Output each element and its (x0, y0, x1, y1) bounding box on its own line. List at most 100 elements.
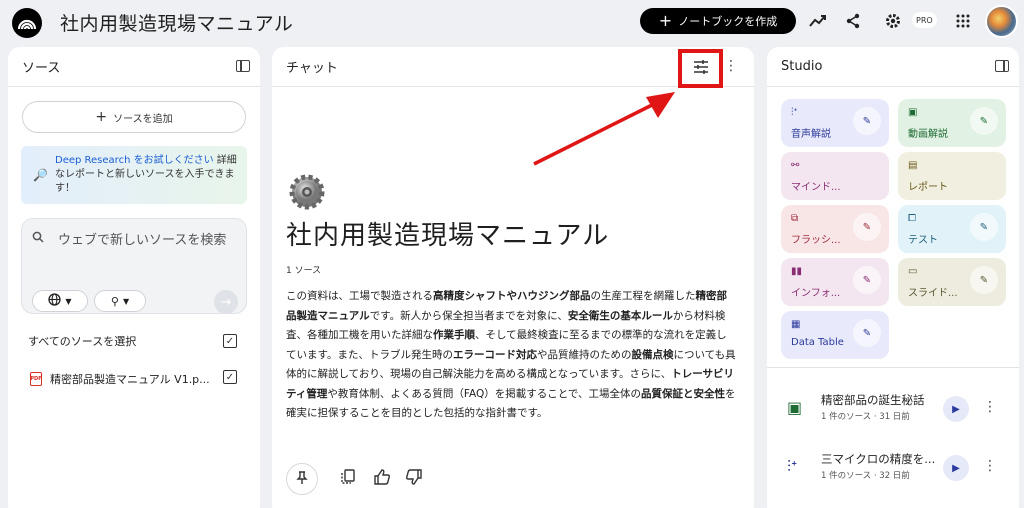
source-count: 1 ソース (286, 266, 322, 276)
studio-header: Studio (767, 47, 1019, 87)
avatar[interactable] (985, 5, 1018, 38)
mind-map-icon: ⚯ (791, 160, 800, 171)
source-item-checkbox[interactable]: ✓ (223, 370, 237, 384)
report-tile[interactable]: ▤ レポート (898, 152, 1006, 200)
edit-pencil-icon[interactable]: ✎ (970, 266, 998, 294)
divider (767, 367, 1019, 368)
copy-icon (341, 469, 355, 489)
source-item[interactable]: PDF 精密部品製造マニュアル V1.p... (30, 371, 210, 387)
select-all-sources-label: すべてのソースを選択 (28, 335, 137, 348)
thumbs-up-button[interactable] (366, 463, 398, 495)
pro-badge: PRO (912, 12, 937, 28)
deep-research-link-suffix[interactable]: をお試しください (134, 155, 214, 166)
report-icon: ▤ (908, 160, 918, 171)
tile-label: レポート (908, 182, 948, 193)
edit-pencil-icon[interactable]: ✎ (970, 213, 998, 241)
edit-pencil-icon[interactable]: ✎ (853, 319, 881, 347)
summary-text: この資料は、工場で製造される (286, 290, 433, 302)
more-options-icon[interactable]: ⋮ (724, 59, 738, 73)
add-source-button[interactable]: + ソースを追加 (22, 101, 246, 133)
copy-button[interactable] (332, 463, 364, 495)
deep-research-banner[interactable]: 🔎 Deep Research をお試しください 詳細なレポートと新しいソースを… (21, 146, 247, 204)
notebook-emoji-gear-icon (286, 171, 328, 213)
summary-bold-text: エラーコード対応 (452, 348, 537, 361)
studio-note-item[interactable]: ▣ 精密部品の誕生秘話 1 件のソース · 31 日前 ▶ ⋮ (783, 390, 1003, 430)
studio-note-item[interactable]: ⫶ᐩ 三マイクロの精度を... 1 件のソース · 32 日前 ▶ ⋮ (783, 449, 1003, 489)
create-notebook-label: ノートブックを作成 (678, 15, 778, 28)
pin-button[interactable] (286, 463, 318, 495)
more-options-icon[interactable]: ⋮ (983, 459, 997, 473)
web-source-dropdown[interactable]: ▼ (32, 290, 88, 312)
thumbs-down-button[interactable] (398, 463, 430, 495)
pin-icon (296, 470, 308, 489)
tile-label: マインド... (791, 182, 841, 193)
add-source-label: ソースを追加 (113, 113, 173, 125)
summary-bold-text: 高精度シャフトやハウジング部品 (433, 290, 591, 302)
chevron-down-icon: ▼ (122, 296, 130, 306)
globe-icon (48, 293, 62, 309)
search-icon (32, 231, 44, 246)
studio-panel: Studio ⫶ᐩ 音声解説 ✎ ▣ 動画解説 ✎ ⚯ マインド... ▤ レポ… (767, 47, 1019, 508)
tune-icon (693, 59, 709, 78)
deep-research-link[interactable]: Deep Research (55, 155, 130, 166)
flashcards-tile[interactable]: ⧉ フラッシ... ✎ (781, 205, 889, 253)
settings-gear-icon[interactable] (883, 11, 903, 31)
chat-title-label: チャット (286, 61, 338, 76)
edit-pencil-icon[interactable]: ✎ (853, 266, 881, 294)
notebook-title[interactable]: 社内用製造現場マニュアル (60, 9, 293, 36)
share-icon[interactable] (843, 11, 863, 31)
edit-pencil-icon[interactable]: ✎ (853, 213, 881, 241)
arrow-right-icon: → (220, 294, 232, 310)
note-title: 三マイクロの精度を... (821, 452, 936, 466)
slides-tile[interactable]: ▭ スライド... ✎ (898, 258, 1006, 306)
collapse-panel-icon[interactable] (236, 60, 250, 72)
annotation-arrow (533, 92, 675, 166)
thumbs-down-icon (406, 469, 422, 489)
note-meta: 1 件のソース · 31 日前 (821, 412, 910, 422)
quiz-tile[interactable]: ⧠ テスト ✎ (898, 205, 1006, 253)
play-button[interactable]: ▶ (943, 396, 969, 422)
research-mode-dropdown[interactable]: ⚲ ▼ (94, 290, 146, 312)
edit-pencil-icon[interactable]: ✎ (853, 107, 881, 135)
sources-title: ソース (22, 61, 61, 76)
summary-bold-text: 品質保証と安全性 (640, 387, 725, 400)
collapse-panel-icon[interactable] (995, 60, 1009, 72)
mind-map-tile[interactable]: ⚯ マインド... (781, 152, 889, 200)
note-meta: 1 件のソース · 32 日前 (821, 471, 910, 481)
summary-bold-text: 設備点検 (631, 348, 674, 361)
studio-title: Studio (781, 59, 823, 74)
notebook-summary: この資料は、工場で製造される高精度シャフトやハウジング部品の生産工程を網羅した精… (286, 287, 736, 424)
infographic-tile[interactable]: ▮▮ インフォ... ✎ (781, 258, 889, 306)
submit-search-button[interactable]: → (214, 290, 238, 314)
analytics-icon[interactable] (808, 11, 828, 31)
plus-icon: + (658, 11, 673, 30)
play-button[interactable]: ▶ (943, 455, 969, 481)
summary-bold-text: 安全衛生の基本ルール (567, 309, 673, 322)
video-overview-tile[interactable]: ▣ 動画解説 ✎ (898, 99, 1006, 147)
search-sparkle-icon: 🔎 (33, 168, 48, 182)
more-options-icon[interactable]: ⋮ (983, 400, 997, 414)
data-table-tile[interactable]: ▦ Data Table ✎ (781, 311, 889, 359)
edit-pencil-icon[interactable]: ✎ (970, 107, 998, 135)
note-title: 精密部品の誕生秘話 (821, 393, 925, 407)
sources-panel: ソース + ソースを追加 🔎 Deep Research をお試しください 詳細… (8, 47, 260, 508)
pdf-icon: PDF (30, 372, 42, 386)
summary-bold-text: 作業手順 (433, 329, 475, 341)
create-notebook-button[interactable]: + ノートブックを作成 (640, 8, 796, 34)
apps-grid-icon[interactable] (953, 11, 973, 31)
summary-text: や品質維持のための (536, 348, 632, 361)
summary-text: です。新人から保全担当者までを対象に、 (369, 309, 568, 322)
plus-icon: + (95, 109, 108, 125)
audio-waveform-icon: ⫶ᐩ (787, 457, 798, 476)
notebooklm-logo-icon[interactable] (12, 8, 42, 38)
audio-overview-tile[interactable]: ⫶ᐩ 音声解説 ✎ (781, 99, 889, 147)
sources-header: ソース (8, 47, 260, 87)
select-all-checkbox[interactable]: ✓ (223, 334, 237, 348)
chat-notebook-title: 社内用製造現場マニュアル (286, 221, 610, 251)
thumbs-up-icon (374, 469, 390, 489)
summary-text: の生産工程を網羅した (590, 290, 696, 302)
web-search-input[interactable]: ウェブで新しいソースを検索 (58, 231, 228, 251)
chevron-down-icon: ▼ (65, 296, 72, 306)
video-icon: ▣ (787, 398, 803, 417)
sparkle-search-icon: ⚲ (110, 294, 119, 308)
